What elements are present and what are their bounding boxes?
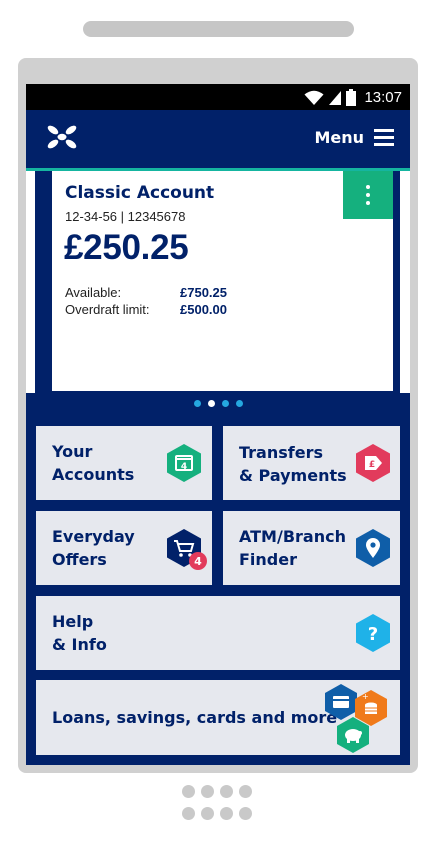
available-row: Available: £750.25 (65, 285, 227, 300)
svg-text:?: ? (368, 624, 378, 645)
brand-logo-icon[interactable] (46, 124, 78, 154)
app-header: Menu (26, 110, 410, 168)
more-vertical-icon (366, 185, 370, 189)
status-time: 13:07 (364, 88, 402, 106)
pager-dot[interactable] (221, 400, 229, 407)
device-speaker (83, 21, 354, 37)
status-bar: 13:07 (26, 84, 410, 110)
transfers-payments-tile[interactable]: Transfers & Payments £ (223, 426, 400, 500)
pager-dot[interactable] (235, 400, 243, 407)
home-screen-dots (182, 785, 252, 820)
offers-badge: 4 (194, 555, 202, 568)
your-accounts-label: Your Accounts (52, 442, 135, 484)
piggy-bank-icon (337, 717, 369, 753)
status-icons: 13:07 (304, 89, 402, 106)
available-label: Available: (65, 285, 122, 300)
coins-icon: + (355, 690, 387, 726)
account-number: 12-34-56 | 12345678 (65, 209, 186, 224)
wifi-icon (304, 90, 324, 105)
svg-text:+: + (362, 692, 369, 701)
overdraft-row: Overdraft limit: £500.00 (65, 302, 227, 317)
account-card[interactable]: Classic Account 12-34-56 | 12345678 £250… (48, 171, 393, 391)
credit-card-icon (325, 684, 357, 720)
question-icon: ? (356, 614, 390, 652)
help-info-tile[interactable]: Help & Info ? (36, 596, 400, 670)
carousel-pager[interactable] (26, 400, 410, 410)
products-cluster-icon: + (325, 684, 387, 753)
menu-label: Menu (314, 128, 364, 147)
help-label: Help & Info (52, 612, 107, 654)
your-accounts-tile[interactable]: Your Accounts 4 (36, 426, 212, 500)
svg-text:£: £ (369, 460, 375, 470)
transfers-label: Transfers & Payments (239, 443, 347, 485)
transfer-pound-icon: £ (356, 444, 390, 482)
available-value: £750.25 (180, 285, 227, 300)
battery-icon (346, 89, 357, 106)
card-options-button[interactable] (343, 171, 393, 219)
location-pin-icon (356, 529, 390, 567)
overdraft-label: Overdraft limit: (65, 302, 150, 317)
your-accounts-badge: 4 (181, 462, 187, 472)
previous-card-peek[interactable] (26, 171, 42, 393)
pager-dot[interactable] (193, 400, 201, 407)
pager-dot[interactable] (207, 400, 215, 407)
atm-label: ATM/Branch Finder (239, 527, 346, 569)
offers-label: Everyday Offers (52, 527, 135, 569)
everyday-offers-tile[interactable]: Everyday Offers 4 (36, 511, 212, 585)
menu-button[interactable]: Menu (314, 128, 394, 147)
account-name: Classic Account (65, 183, 215, 203)
next-card-peek[interactable] (400, 171, 410, 393)
signal-icon (329, 90, 342, 105)
loans-label: Loans, savings, cards and more (52, 708, 338, 727)
loans-savings-cards-tile[interactable]: Loans, savings, cards and more + (36, 680, 400, 755)
hamburger-icon (374, 129, 394, 146)
account-carousel[interactable]: Classic Account 12-34-56 | 12345678 £250… (26, 171, 410, 393)
shopping-cart-icon: 4 (167, 529, 207, 570)
account-balance: £250.25 (64, 228, 189, 267)
app-screen: 13:07 Menu Classic Account 12-34-56 | 12… (26, 84, 410, 765)
wallet-icon: 4 (167, 444, 201, 482)
atm-branch-finder-tile[interactable]: ATM/Branch Finder (223, 511, 400, 585)
overdraft-value: £500.00 (180, 302, 227, 317)
